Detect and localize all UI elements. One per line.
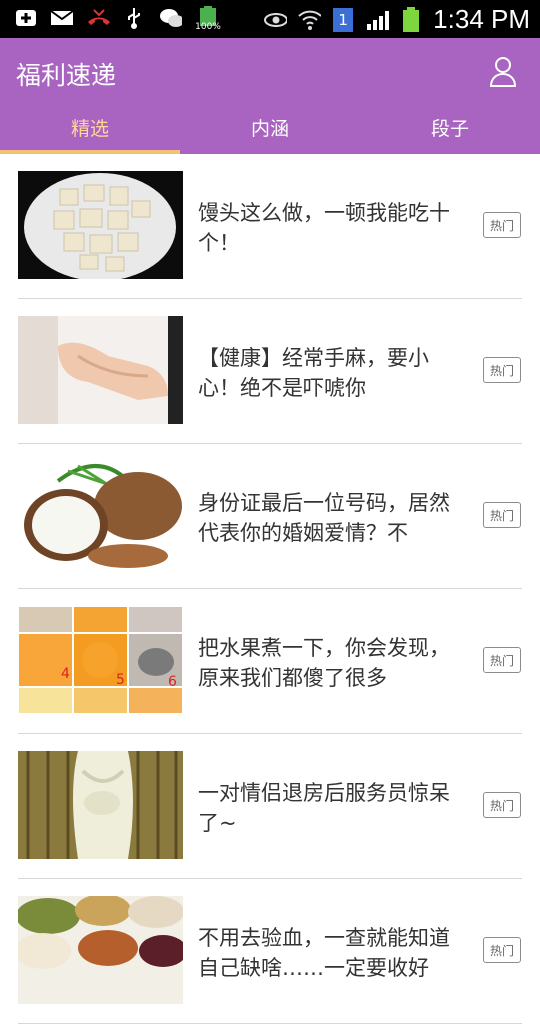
- hot-badge: 热门: [483, 502, 521, 528]
- hot-badge: 热门: [483, 212, 521, 238]
- hand-wrist-image: [18, 316, 183, 424]
- sim-slot: 1: [338, 10, 348, 29]
- fruit-steps-image: 4 5 6: [18, 606, 183, 714]
- svg-text:4: 4: [61, 666, 70, 682]
- wechat-icon: [158, 6, 182, 30]
- towel-figure-image: [18, 751, 183, 859]
- item-title: 馒头这么做，一顿我能吃十个！: [198, 201, 450, 255]
- list-item[interactable]: 一对情侣退房后服务员惊呆了~ 热门: [0, 734, 540, 879]
- tab-jokes-label: 段子: [430, 117, 469, 140]
- svg-text:5: 5: [116, 672, 125, 688]
- list-item[interactable]: 身份证最后一位号码，居然代表你的婚姻爱情？不 热门: [0, 444, 540, 589]
- tab-jokes[interactable]: 段子: [360, 100, 540, 154]
- battery-percent: 100%: [195, 22, 221, 32]
- add-icon: [14, 6, 38, 30]
- app-title: 福利速递: [16, 61, 117, 90]
- list-item[interactable]: 4 5 6 把水果煮一下，你会发现，原来我们都傻了很多 热门: [0, 589, 540, 734]
- bread-plate-image: [18, 171, 183, 279]
- tab-connotation-label: 内涵: [250, 117, 289, 140]
- user-profile-button[interactable]: [488, 54, 518, 88]
- wifi-icon: [297, 8, 322, 32]
- signal-icon: [365, 8, 390, 32]
- status-time: 1:34 PM: [433, 4, 530, 34]
- eye-icon: [263, 8, 288, 32]
- app-bar: 福利速递 精选 内涵 段子: [0, 38, 540, 154]
- battery-icon: 100%: [194, 6, 222, 32]
- mail-icon: [50, 6, 74, 30]
- item-title: 把水果煮一下，你会发现，原来我们都傻了很多: [198, 636, 450, 690]
- hot-badge: 热门: [483, 647, 521, 673]
- battery-full-icon: [399, 6, 423, 32]
- item-title: 一对情侣退房后服务员惊呆了~: [198, 781, 450, 835]
- article-list: 馒头这么做，一顿我能吃十个！ 热门 【健康】经常手麻，要小心！绝不是吓唬你 热门: [0, 154, 540, 1024]
- tab-connotation[interactable]: 内涵: [180, 100, 360, 154]
- user-icon: [489, 57, 517, 87]
- list-item[interactable]: 【健康】经常手麻，要小心！绝不是吓唬你 热门: [0, 299, 540, 444]
- tab-bar: 精选 内涵 段子: [0, 100, 540, 154]
- item-title: 不用去验血，一查就能知道自己缺啥……一定要收好: [198, 926, 450, 980]
- hot-badge: 热门: [483, 357, 521, 383]
- usb-icon: [122, 6, 146, 30]
- item-title: 身份证最后一位号码，居然代表你的婚姻爱情？不: [198, 491, 450, 545]
- tab-featured[interactable]: 精选: [0, 100, 180, 154]
- sim-icon: 1: [331, 7, 355, 32]
- list-item[interactable]: 不用去验血，一查就能知道自己缺啥……一定要收好 热门: [0, 879, 540, 1024]
- svg-text:6: 6: [168, 674, 177, 690]
- hot-badge: 热门: [483, 937, 521, 963]
- hot-badge: 热门: [483, 792, 521, 818]
- missed-call-icon: [86, 6, 110, 30]
- nuts-image: [18, 896, 183, 1004]
- item-title: 【健康】经常手麻，要小心！绝不是吓唬你: [198, 346, 429, 400]
- list-item[interactable]: 馒头这么做，一顿我能吃十个！ 热门: [0, 154, 540, 299]
- coconut-image: [18, 461, 183, 569]
- tab-featured-label: 精选: [70, 117, 109, 140]
- status-bar: 100% 1 1:34 PM: [0, 0, 540, 38]
